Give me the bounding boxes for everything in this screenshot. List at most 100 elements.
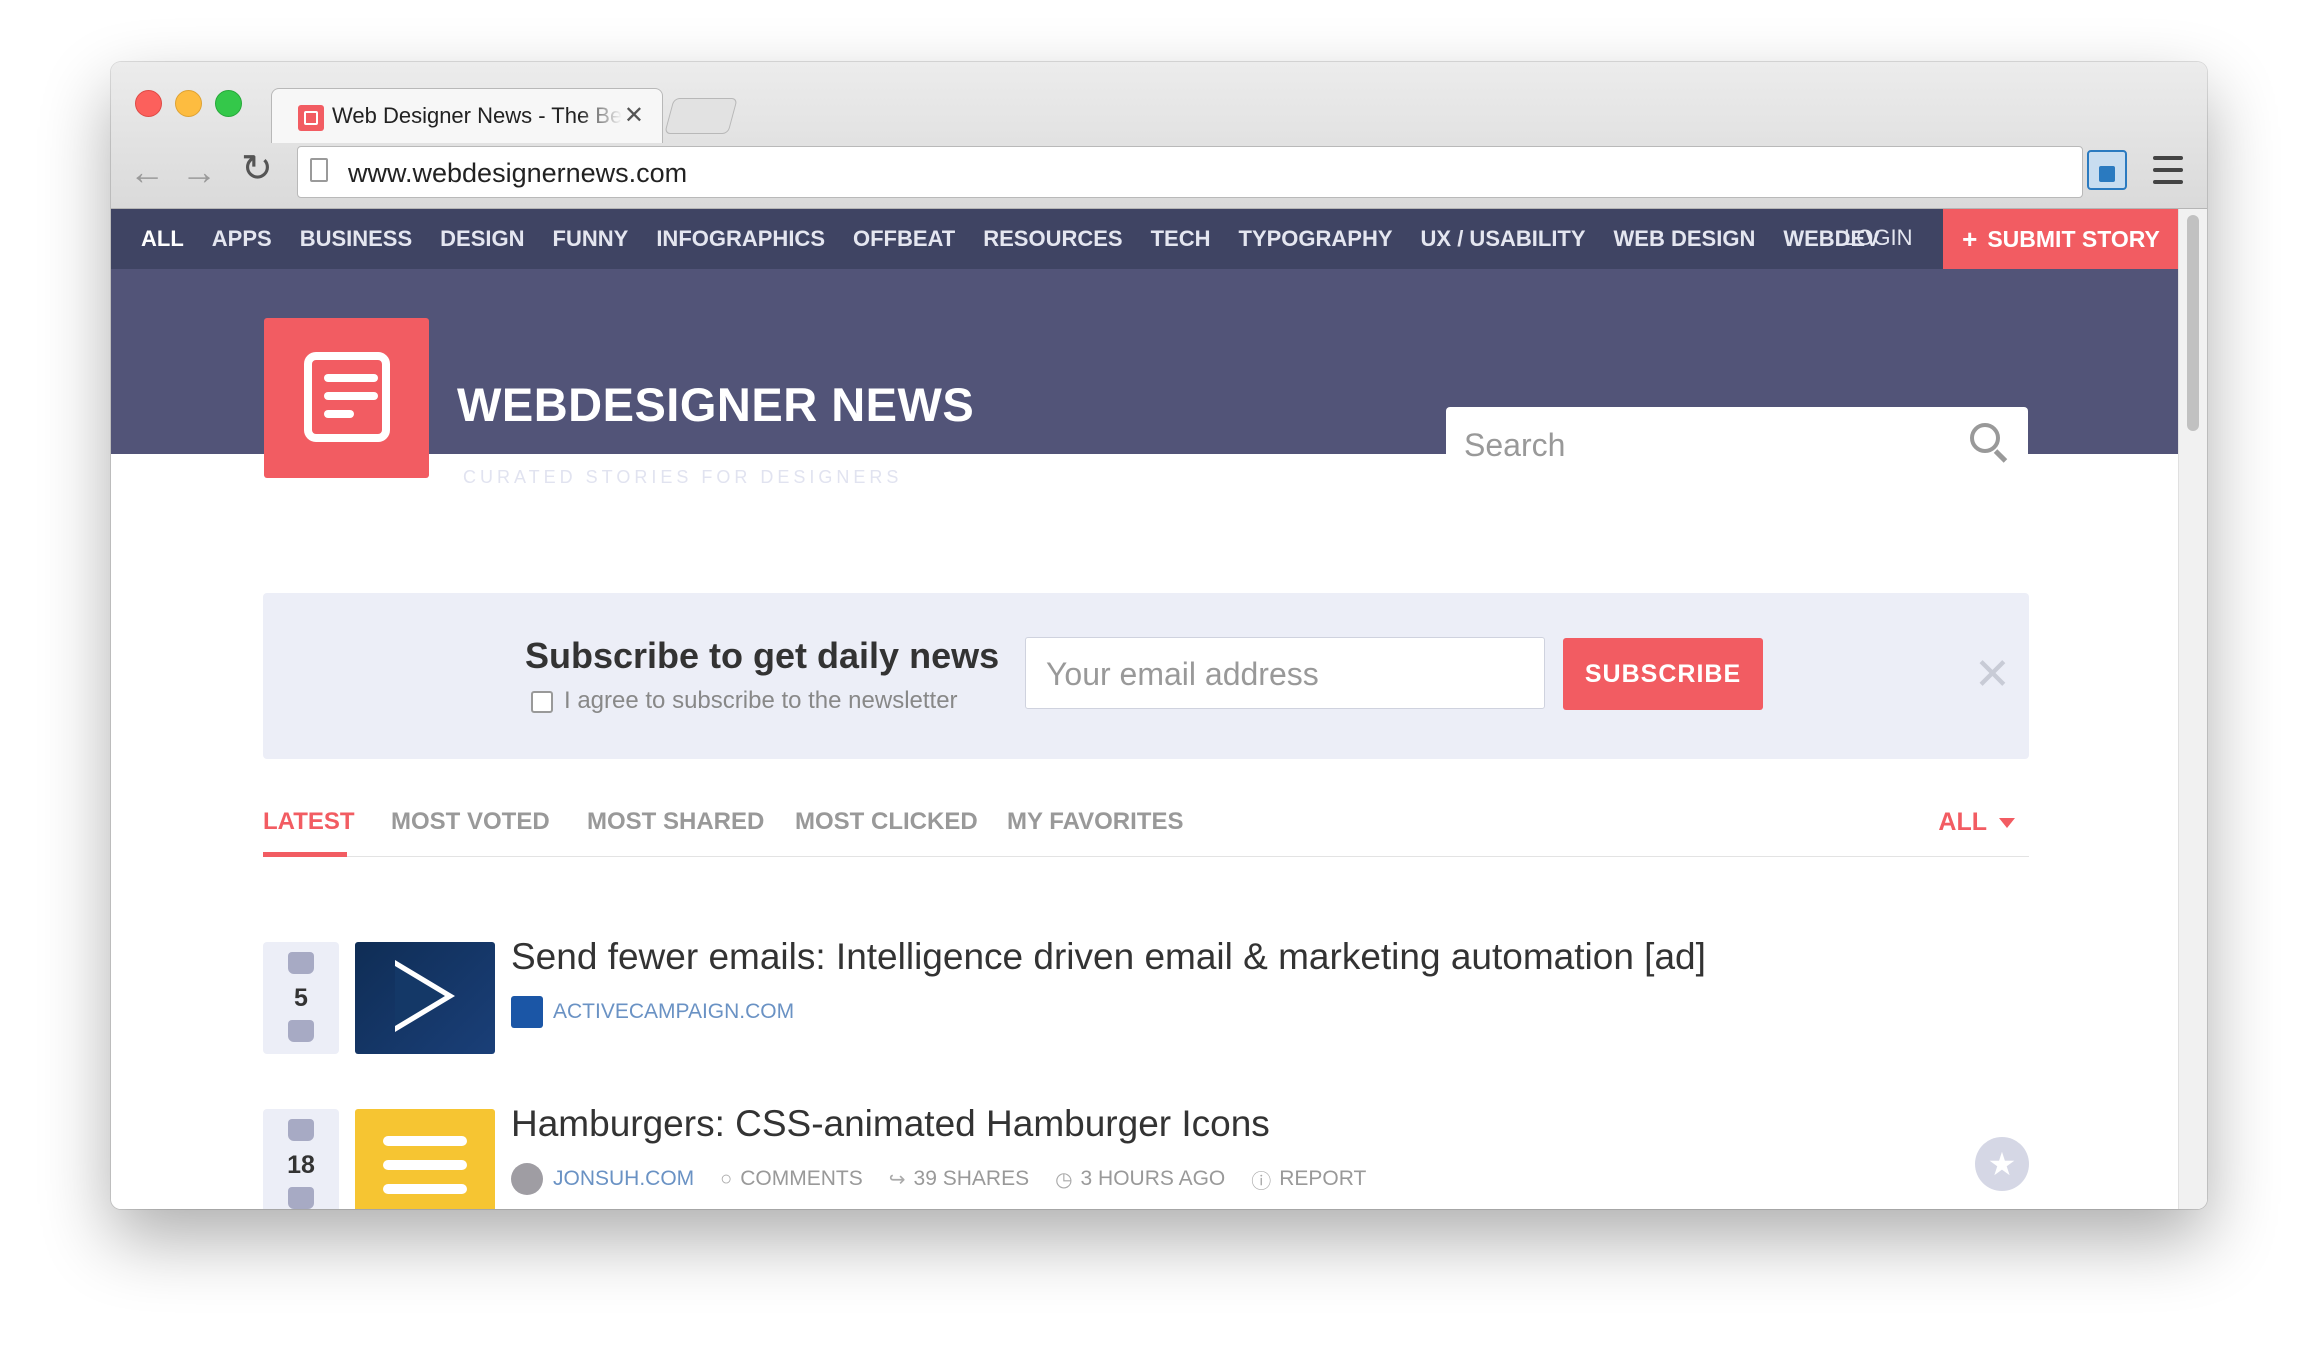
logo-document-icon bbox=[304, 352, 390, 442]
vote-widget: 18 bbox=[263, 1109, 339, 1209]
site-logo[interactable] bbox=[264, 318, 429, 478]
source-favicon-icon bbox=[511, 996, 543, 1028]
brand-tagline: CURATED STORIES FOR DESIGNERS bbox=[463, 467, 903, 487]
share-icon: ↪ bbox=[888, 1168, 906, 1191]
brand-title[interactable]: WEBDESIGNER NEWS bbox=[457, 377, 974, 432]
subscribe-panel: Subscribe to get daily news I agree to s… bbox=[263, 593, 2029, 759]
browser-tab[interactable]: Web Designer News - The Best Curated Web… bbox=[271, 88, 663, 143]
tab-latest[interactable]: LATEST bbox=[263, 808, 355, 836]
author-avatar bbox=[511, 1163, 543, 1195]
tab-my-favorites[interactable]: MY FAVORITES bbox=[1007, 808, 1183, 836]
nav-business[interactable]: BUSINESS bbox=[300, 226, 412, 252]
filter-dropdown[interactable]: ALL bbox=[1938, 808, 2015, 837]
scrollbar-thumb[interactable] bbox=[2187, 215, 2199, 431]
search-icon[interactable] bbox=[1970, 423, 2000, 453]
report-label: REPORT bbox=[1279, 1167, 1367, 1190]
nav-ux-usability[interactable]: UX / USABILITY bbox=[1421, 226, 1586, 252]
shares-count[interactable]: ↪ 39 SHARES bbox=[889, 1167, 1029, 1192]
submit-story-label: SUBMIT STORY bbox=[1987, 225, 2160, 252]
tab-most-shared[interactable]: MOST SHARED bbox=[587, 808, 764, 836]
thumbs-down-icon[interactable] bbox=[288, 1187, 314, 1209]
tab-most-voted[interactable]: MOST VOTED bbox=[391, 808, 550, 836]
browser-window: Web Designer News - The Best Curated Web… bbox=[111, 62, 2207, 1209]
active-tab-indicator bbox=[263, 852, 347, 857]
nav-apps[interactable]: APPS bbox=[212, 226, 272, 252]
thumbs-down-icon[interactable] bbox=[288, 1020, 314, 1042]
story-thumbnail[interactable] bbox=[355, 1109, 495, 1209]
story-title[interactable]: Send fewer emails: Intelligence driven e… bbox=[511, 936, 1706, 978]
browser-menu-icon[interactable] bbox=[2153, 156, 2183, 184]
subscribe-title: Subscribe to get daily news bbox=[525, 635, 1000, 676]
thumbs-up-icon[interactable] bbox=[288, 1119, 314, 1141]
source-link[interactable]: ACTIVECAMPAIGN.COM bbox=[553, 1000, 794, 1024]
story-meta: ACTIVECAMPAIGN.COM bbox=[511, 996, 820, 1028]
nav-infographics[interactable]: INFOGRAPHICS bbox=[656, 226, 825, 252]
subscribe-button[interactable]: SUBSCRIBE bbox=[1563, 638, 1763, 710]
story-item: 5 Send fewer emails: Intelligence driven… bbox=[263, 936, 2029, 1054]
story-meta: JONSUH.COM ○ COMMENTS ↪ 39 SHARES ◷ 3 HOURS… bbox=[511, 1163, 1392, 1195]
site-favicon-icon bbox=[298, 105, 324, 131]
shares-label: 39 SHARES bbox=[913, 1167, 1030, 1190]
search-input[interactable]: Search bbox=[1464, 427, 1565, 464]
reload-icon[interactable]: ↻ bbox=[241, 150, 273, 188]
story-tabs: LATEST MOST VOTED MOST SHARED MOST CLICK… bbox=[263, 794, 2029, 857]
vote-widget: 5 bbox=[263, 942, 339, 1054]
activecampaign-logo-icon bbox=[395, 960, 455, 1032]
forward-arrow-icon[interactable]: → bbox=[181, 154, 217, 190]
page-scrollbar[interactable] bbox=[2178, 209, 2207, 1209]
tab-close-icon[interactable]: ✕ bbox=[624, 101, 644, 130]
clock-icon: ◷ bbox=[1055, 1168, 1073, 1191]
nav-web-design[interactable]: WEB DESIGN bbox=[1614, 226, 1756, 252]
filter-label: ALL bbox=[1938, 808, 1987, 836]
submit-story-button[interactable]: + SUBMIT STORY bbox=[1943, 209, 2179, 269]
favorite-star-icon[interactable]: ★ bbox=[1975, 1137, 2029, 1191]
search-box[interactable]: Search bbox=[1446, 407, 2028, 479]
category-nav: ALL APPS BUSINESS DESIGN FUNNY INFOGRAPH… bbox=[111, 209, 2179, 269]
caret-down-icon bbox=[1999, 818, 2015, 829]
vote-count: 18 bbox=[287, 1151, 315, 1179]
info-icon: ⓘ bbox=[1251, 1170, 1272, 1193]
time-label: 3 HOURS AGO bbox=[1080, 1167, 1226, 1190]
nav-all[interactable]: ALL bbox=[141, 226, 184, 252]
url-text[interactable]: www.webdesignernews.com bbox=[348, 158, 687, 189]
browser-chrome: Web Designer News - The Best Curated Web… bbox=[111, 62, 2207, 209]
back-arrow-icon[interactable]: ← bbox=[129, 154, 165, 190]
nav-resources[interactable]: RESOURCES bbox=[983, 226, 1122, 252]
comment-icon: ○ bbox=[720, 1167, 733, 1190]
hamburger-bar bbox=[383, 1184, 467, 1194]
thumbs-up-icon[interactable] bbox=[288, 952, 314, 974]
hamburger-bar bbox=[383, 1160, 467, 1170]
vote-count: 5 bbox=[294, 984, 308, 1012]
address-bar[interactable]: www.webdesignernews.com bbox=[297, 146, 2083, 198]
timestamp: ◷ 3 HOURS AGO bbox=[1055, 1167, 1225, 1192]
maximize-window-button[interactable] bbox=[215, 90, 242, 117]
close-icon[interactable]: ✕ bbox=[1974, 653, 2011, 697]
plus-icon: + bbox=[1962, 223, 1978, 254]
source-link[interactable]: JONSUH.COM bbox=[553, 1167, 694, 1191]
newsletter-checkbox-label[interactable]: I agree to subscribe to the newsletter bbox=[564, 687, 958, 715]
page-icon bbox=[310, 158, 328, 182]
extension-icon[interactable] bbox=[2087, 150, 2127, 190]
comments-link[interactable]: ○ COMMENTS bbox=[720, 1167, 863, 1191]
comments-label: COMMENTS bbox=[740, 1167, 863, 1190]
page-viewport: ALL APPS BUSINESS DESIGN FUNNY INFOGRAPH… bbox=[111, 209, 2207, 1209]
story-thumbnail[interactable] bbox=[355, 942, 495, 1054]
story-title[interactable]: Hamburgers: CSS-animated Hamburger Icons bbox=[511, 1103, 1270, 1145]
tab-most-clicked[interactable]: MOST CLICKED bbox=[795, 808, 978, 836]
email-field[interactable]: Your email address bbox=[1025, 637, 1545, 709]
new-tab-button[interactable] bbox=[664, 98, 738, 134]
report-link[interactable]: ⓘ REPORT bbox=[1251, 1165, 1366, 1194]
login-link[interactable]: LOGIN bbox=[1844, 225, 1912, 251]
close-window-button[interactable] bbox=[135, 90, 162, 117]
nav-design[interactable]: DESIGN bbox=[440, 226, 524, 252]
newsletter-checkbox[interactable] bbox=[531, 691, 553, 713]
nav-tech[interactable]: TECH bbox=[1151, 226, 1211, 252]
minimize-window-button[interactable] bbox=[175, 90, 202, 117]
story-item: 18 Hamburgers: CSS-animated Hamburger Ic… bbox=[263, 1103, 2029, 1209]
nav-offbeat[interactable]: OFFBEAT bbox=[853, 226, 955, 252]
tab-title: Web Designer News - The Best Curated Web… bbox=[332, 103, 622, 128]
nav-funny[interactable]: FUNNY bbox=[553, 226, 629, 252]
hamburger-bar bbox=[383, 1136, 467, 1146]
email-placeholder: Your email address bbox=[1046, 656, 1319, 692]
nav-typography[interactable]: TYPOGRAPHY bbox=[1239, 226, 1393, 252]
